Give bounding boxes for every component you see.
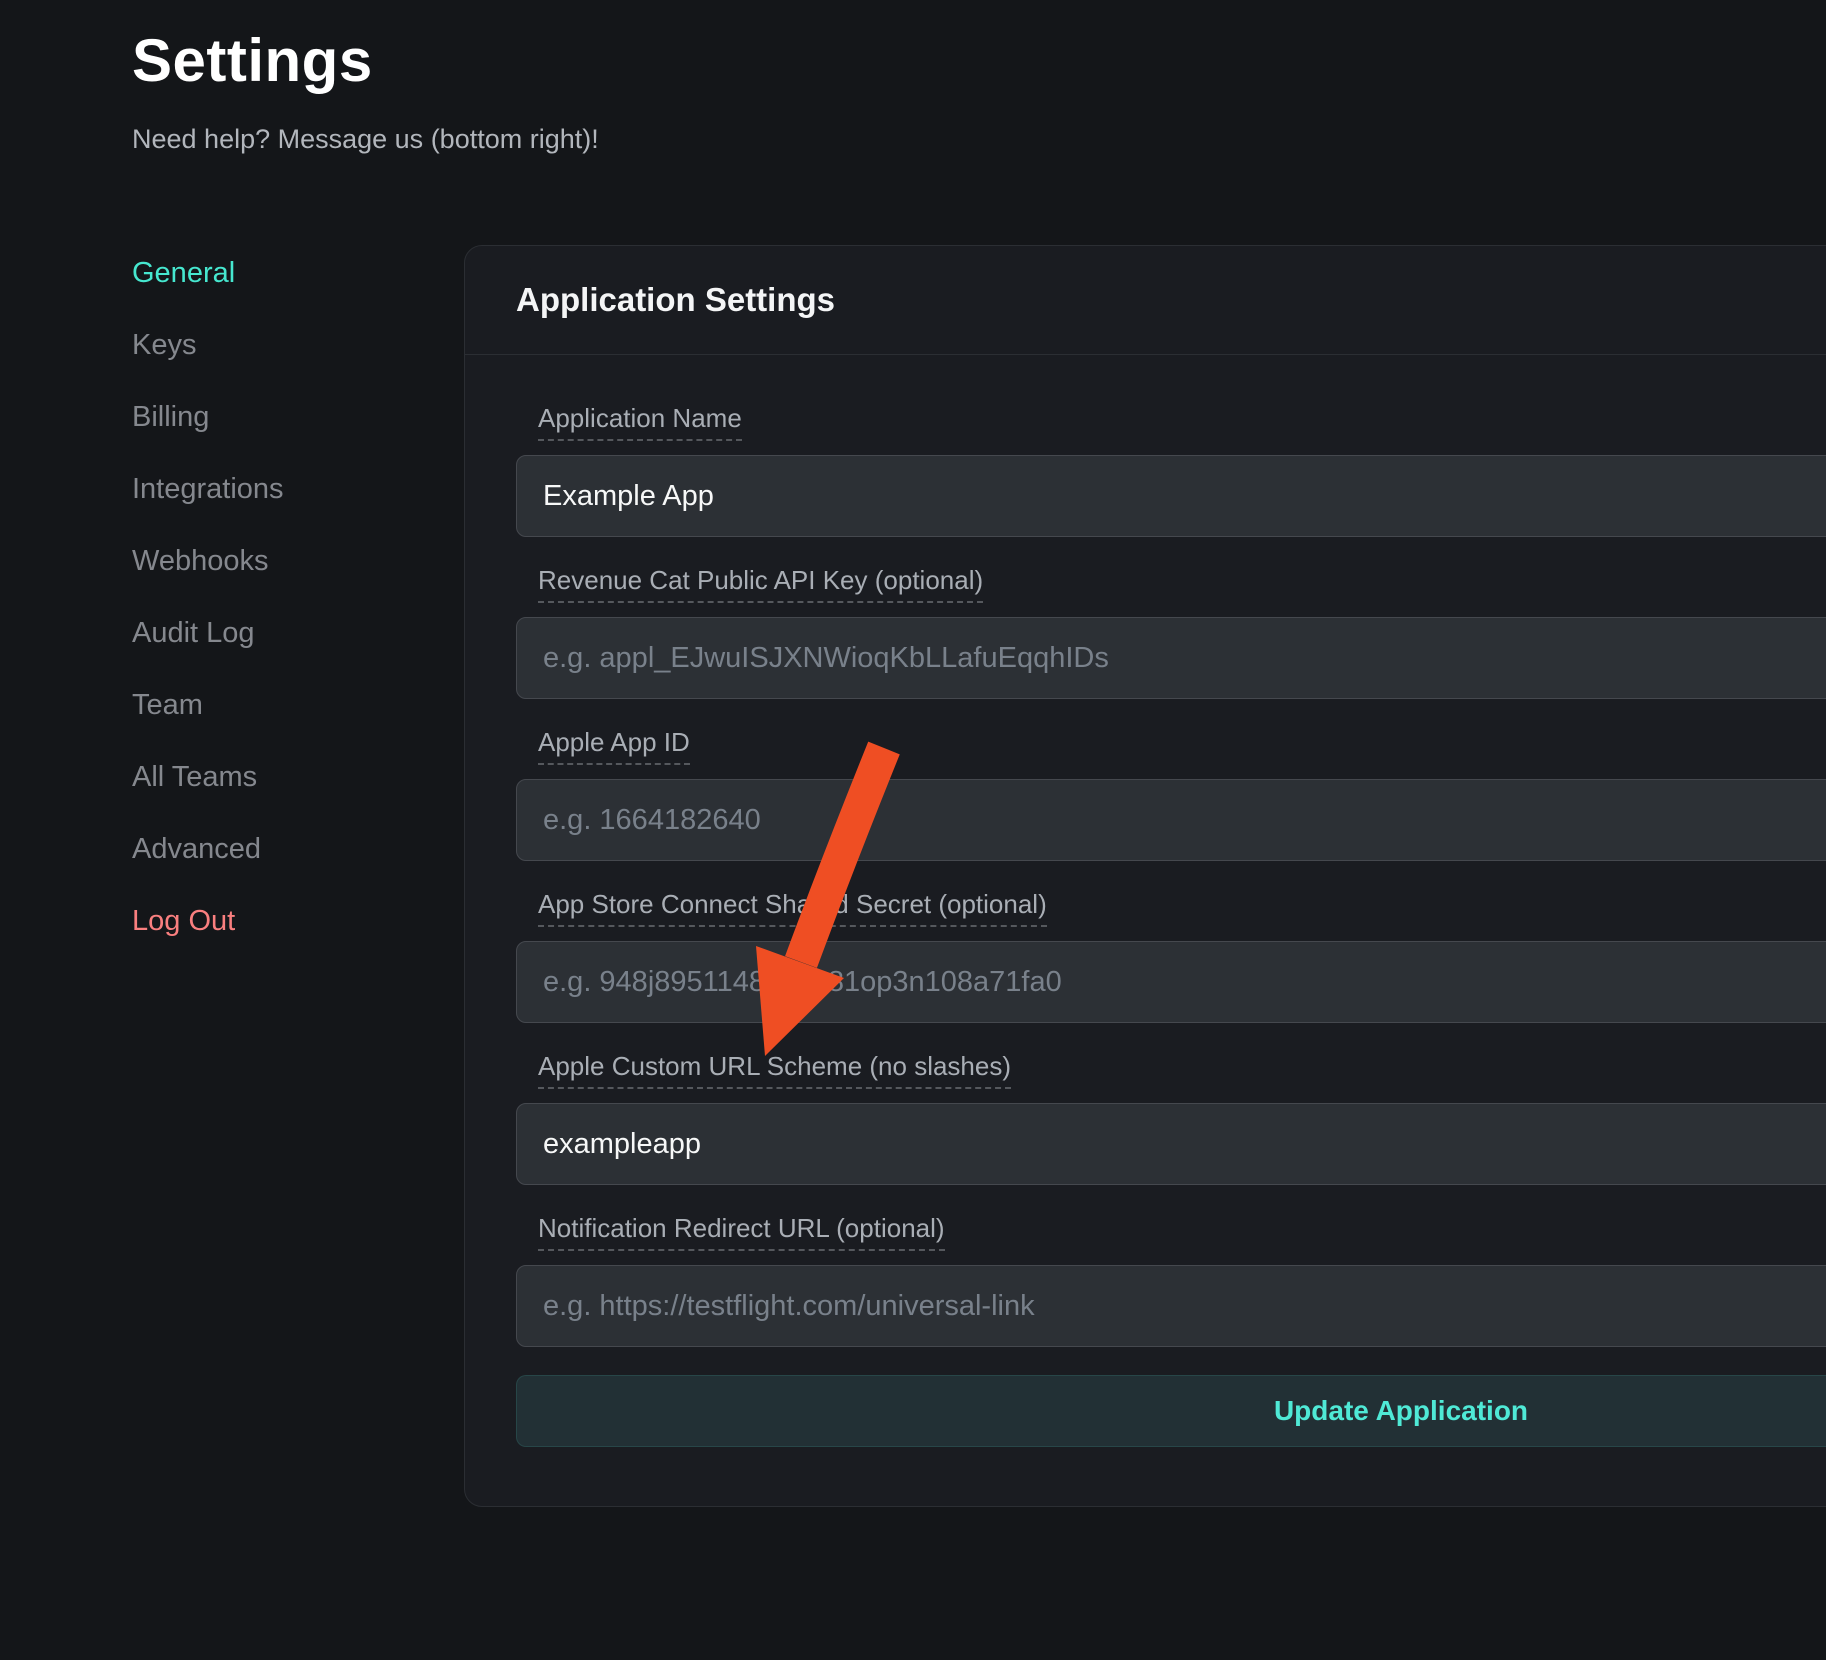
sidebar-item-general[interactable]: General (132, 237, 432, 309)
sidebar-item-advanced[interactable]: Advanced (132, 813, 432, 885)
sidebar-item-keys[interactable]: Keys (132, 309, 432, 381)
page-subtitle: Need help? Message us (bottom right)! (132, 124, 599, 155)
app-store-shared-secret-label: App Store Connect Shared Secret (optiona… (538, 889, 1047, 927)
sidebar-item-audit-log[interactable]: Audit Log (132, 597, 432, 669)
sidebar-item-all-teams[interactable]: All Teams (132, 741, 432, 813)
settings-sidebar: General Keys Billing Integrations Webhoo… (132, 237, 432, 957)
app-store-shared-secret-input[interactable] (516, 941, 1826, 1023)
revenuecat-api-key-label: Revenue Cat Public API Key (optional) (538, 565, 983, 603)
apple-app-id-input[interactable] (516, 779, 1826, 861)
apple-custom-url-scheme-label: Apple Custom URL Scheme (no slashes) (538, 1051, 1011, 1089)
apple-custom-url-scheme-input[interactable] (516, 1103, 1826, 1185)
notification-redirect-url-label: Notification Redirect URL (optional) (538, 1213, 945, 1251)
page-title: Settings (132, 26, 373, 95)
update-application-button[interactable]: Update Application (516, 1375, 1826, 1447)
application-settings-panel: Application Settings Application Name Re… (464, 245, 1826, 1507)
apple-app-id-label: Apple App ID (538, 727, 690, 765)
panel-title: Application Settings (465, 246, 1826, 355)
application-name-label: Application Name (538, 403, 742, 441)
application-settings-form: Application Name Revenue Cat Public API … (465, 355, 1826, 1447)
sidebar-item-log-out[interactable]: Log Out (132, 885, 432, 957)
sidebar-item-integrations[interactable]: Integrations (132, 453, 432, 525)
application-name-input[interactable] (516, 455, 1826, 537)
sidebar-item-team[interactable]: Team (132, 669, 432, 741)
sidebar-item-webhooks[interactable]: Webhooks (132, 525, 432, 597)
sidebar-item-billing[interactable]: Billing (132, 381, 432, 453)
revenuecat-api-key-input[interactable] (516, 617, 1826, 699)
notification-redirect-url-input[interactable] (516, 1265, 1826, 1347)
